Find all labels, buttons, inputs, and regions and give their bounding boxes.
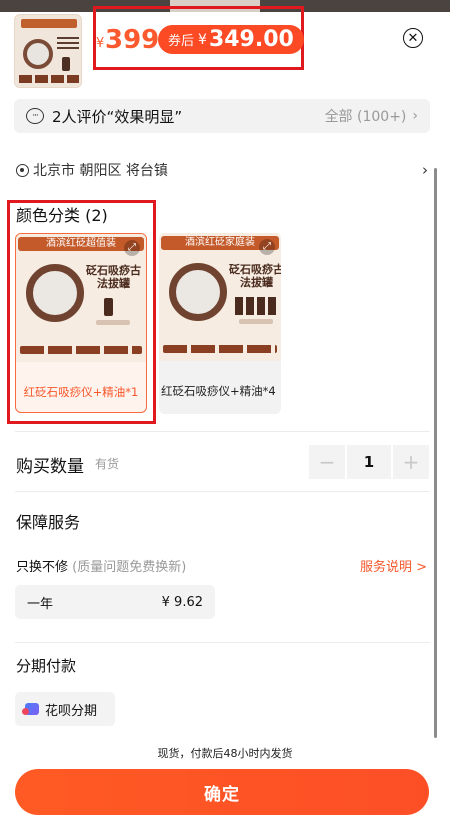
installment-option[interactable]: 花呗分期 xyxy=(15,692,115,726)
variant-label: 红砭石吸痧仪+精油*4 xyxy=(161,384,276,398)
variant-label: 红砭石吸痧仪+精油*1 xyxy=(23,385,139,399)
quantity-title: 购买数量 xyxy=(16,457,84,477)
after-coupon-price: 349.00 xyxy=(208,27,294,52)
after-coupon-label: 券后 xyxy=(168,34,195,49)
zoom-icon[interactable]: ⤢ xyxy=(124,240,140,256)
guarantee-option-price: ¥ 9.62 xyxy=(161,594,203,610)
review-summary-bar[interactable]: ··· 2人评价“效果明显” 全部 (100+) › xyxy=(14,99,430,133)
guarantee-name: 只换不修 xyxy=(16,560,69,575)
guarantee-option-label: 一年 xyxy=(27,596,54,612)
after-coupon-price-badge: 券后 ¥ 349.00 xyxy=(158,25,304,54)
quantity-stepper[interactable]: − 1 + xyxy=(309,445,429,479)
variant-option-2[interactable]: 酒滨红砭家庭装 砭石吸痧古法拔罐 ⤢ 红砭石吸痧仪+精油*4 xyxy=(159,233,281,414)
service-info-link[interactable]: 服务说明 > xyxy=(360,556,427,575)
original-price: 399 xyxy=(105,25,160,55)
installment-title: 分期付款 xyxy=(16,657,77,675)
decrease-button[interactable]: − xyxy=(309,445,345,479)
scrolled-text-fragment xyxy=(16,140,276,152)
confirm-button[interactable]: 确定 xyxy=(15,769,429,815)
huabei-icon xyxy=(22,703,39,715)
comment-icon: ··· xyxy=(26,108,44,124)
chevron-right-icon: › xyxy=(422,161,428,179)
variant-option-1[interactable]: 酒滨红砭超值装 砭石吸痧古法拔罐 ⤢ 红砭石吸痧仪+精油*1 xyxy=(15,233,147,413)
variant-image-title: 砭石吸痧古法拔罐 xyxy=(86,264,141,290)
zoom-icon[interactable]: ⤢ xyxy=(259,239,275,255)
divider xyxy=(15,431,430,432)
guarantee-service: 只换不修 (质量问题免费换新) xyxy=(16,556,186,575)
guarantee-note: (质量问题免费换新) xyxy=(72,560,187,575)
quantity-value[interactable]: 1 xyxy=(347,445,391,479)
divider xyxy=(15,642,430,643)
shipping-note: 现货，付款后48小时内发货 xyxy=(157,747,293,760)
chevron-right-icon: › xyxy=(412,108,418,124)
stock-status: 有货 xyxy=(95,457,120,471)
delivery-address: 北京市 朝阳区 将台镇 xyxy=(33,163,168,179)
delivery-address-row[interactable]: 北京市 朝阳区 将台镇 › xyxy=(16,160,428,180)
guarantee-title: 保障服务 xyxy=(16,513,81,532)
review-summary-text: 2人评价“效果明显” xyxy=(52,107,183,126)
increase-button[interactable]: + xyxy=(393,445,429,479)
installment-option-label: 花呗分期 xyxy=(45,703,98,719)
variant-image-title: 砭石吸痧古法拔罐 xyxy=(229,263,281,289)
divider xyxy=(15,491,430,492)
close-icon[interactable]: ✕ xyxy=(403,28,423,48)
product-thumbnail[interactable] xyxy=(14,14,82,88)
guarantee-option[interactable]: 一年 ¥ 9.62 xyxy=(15,585,215,619)
all-reviews-link[interactable]: 全部 (100+) xyxy=(325,106,407,126)
after-coupon-symbol: ¥ xyxy=(198,31,207,48)
scrollbar[interactable] xyxy=(434,168,437,738)
original-price-symbol: ¥ xyxy=(96,36,105,51)
location-pin-icon xyxy=(16,163,29,177)
